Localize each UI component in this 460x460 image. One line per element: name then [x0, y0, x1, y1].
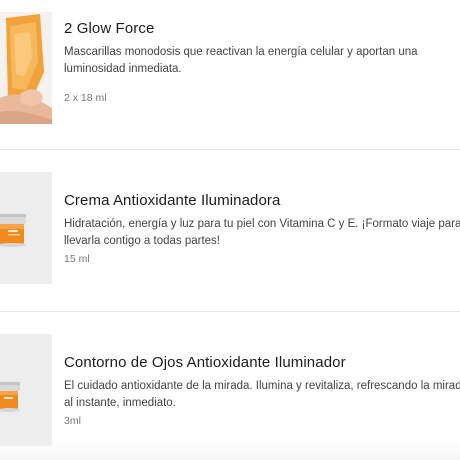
divider	[0, 149, 460, 150]
product-size: 15 ml	[64, 253, 90, 265]
product-list: 2 Glow Force Mascarillas monodosis que r…	[0, 0, 460, 460]
product-title[interactable]: Contorno de Ojos Antioxidante Iluminador	[64, 354, 346, 371]
product-image-hand-holding-pouch[interactable]	[0, 12, 52, 124]
eye-contour-jar-icon	[0, 334, 52, 446]
product-item[interactable]: 2 Glow Force Mascarillas monodosis que r…	[0, 0, 460, 140]
cream-jar-icon	[0, 172, 52, 284]
product-description: El cuidado antioxidante de la mirada. Il…	[64, 380, 460, 409]
product-size: 3ml	[64, 415, 81, 427]
divider	[0, 311, 460, 312]
product-description: Mascarillas monodosis que reactivan la e…	[64, 46, 418, 75]
product-title[interactable]: Crema Antioxidante Iluminadora	[64, 192, 280, 209]
product-description: Hidratación, energía y luz para tu piel …	[64, 218, 460, 247]
product-size: 2 x 18 ml	[64, 92, 107, 104]
product-image-cream-jar[interactable]	[0, 172, 52, 284]
product-title[interactable]: 2 Glow Force	[64, 20, 154, 37]
product-item[interactable]: Crema Antioxidante Iluminadora Hidrataci…	[0, 160, 460, 300]
bottom-fade	[0, 440, 460, 460]
product-image-eye-contour-jar[interactable]	[0, 334, 52, 446]
hand-holding-mask-pouch-icon	[0, 12, 52, 124]
